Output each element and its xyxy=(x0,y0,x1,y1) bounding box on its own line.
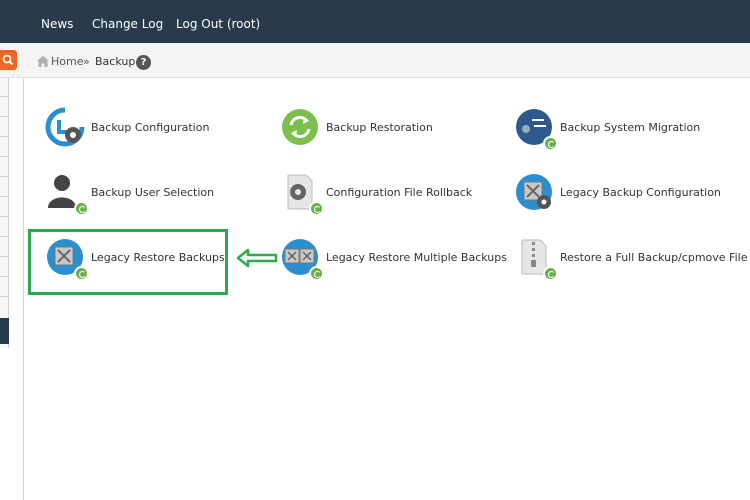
tool-label: Legacy Backup Configuration xyxy=(560,185,721,199)
zip-file-icon xyxy=(514,237,558,281)
tool-label: Backup System Migration xyxy=(560,120,701,134)
tool-backup-system-migration[interactable]: Backup System Migration xyxy=(514,107,701,151)
tool-label: Configuration File Rollback xyxy=(326,185,473,199)
breadcrumb-home[interactable]: Home xyxy=(51,55,83,68)
help-icon[interactable]: ? xyxy=(136,55,151,70)
home-icon xyxy=(37,56,49,67)
tool-label: Legacy Restore Multiple Backups xyxy=(326,250,507,264)
tool-configuration-file-rollback[interactable]: Configuration File Rollback xyxy=(280,172,473,216)
backup-config-icon xyxy=(45,107,85,147)
tool-legacy-backup-configuration[interactable]: Legacy Backup Configuration xyxy=(514,172,721,212)
tool-label: Restore a Full Backup/cpmove File xyxy=(560,250,748,264)
legacy-restore-multiple-icon xyxy=(280,237,324,281)
tool-backup-configuration[interactable]: Backup Configuration xyxy=(45,107,209,147)
sidebar-active-item[interactable] xyxy=(0,318,9,344)
nav-change-log[interactable]: Change Log xyxy=(92,0,163,43)
highlight-box xyxy=(28,229,228,295)
backup-restore-icon xyxy=(280,107,320,147)
migration-icon xyxy=(514,107,558,151)
search-icon xyxy=(2,54,14,66)
breadcrumb-current: Backup xyxy=(95,55,136,68)
tool-restore-full-backup[interactable]: Restore a Full Backup/cpmove File xyxy=(514,237,748,281)
tool-backup-user-selection[interactable]: Backup User Selection xyxy=(45,172,215,216)
tool-legacy-restore-multiple-backups[interactable]: Legacy Restore Multiple Backups xyxy=(280,237,507,281)
file-rollback-icon xyxy=(280,172,324,216)
nav-logout[interactable]: Log Out (root) xyxy=(176,0,260,43)
tool-backup-restoration[interactable]: Backup Restoration xyxy=(280,107,433,147)
tool-label: Backup Restoration xyxy=(326,120,433,134)
tool-label: Backup User Selection xyxy=(91,185,215,199)
legacy-config-icon xyxy=(514,172,554,212)
search-button[interactable] xyxy=(0,50,17,70)
breadcrumb-separator: » xyxy=(83,55,90,68)
sidebar-scrollbar[interactable] xyxy=(0,78,9,348)
nav-news[interactable]: News xyxy=(41,0,73,43)
user-icon xyxy=(45,172,89,216)
tool-label: Backup Configuration xyxy=(91,120,210,134)
pointer-arrow-icon xyxy=(236,248,278,268)
